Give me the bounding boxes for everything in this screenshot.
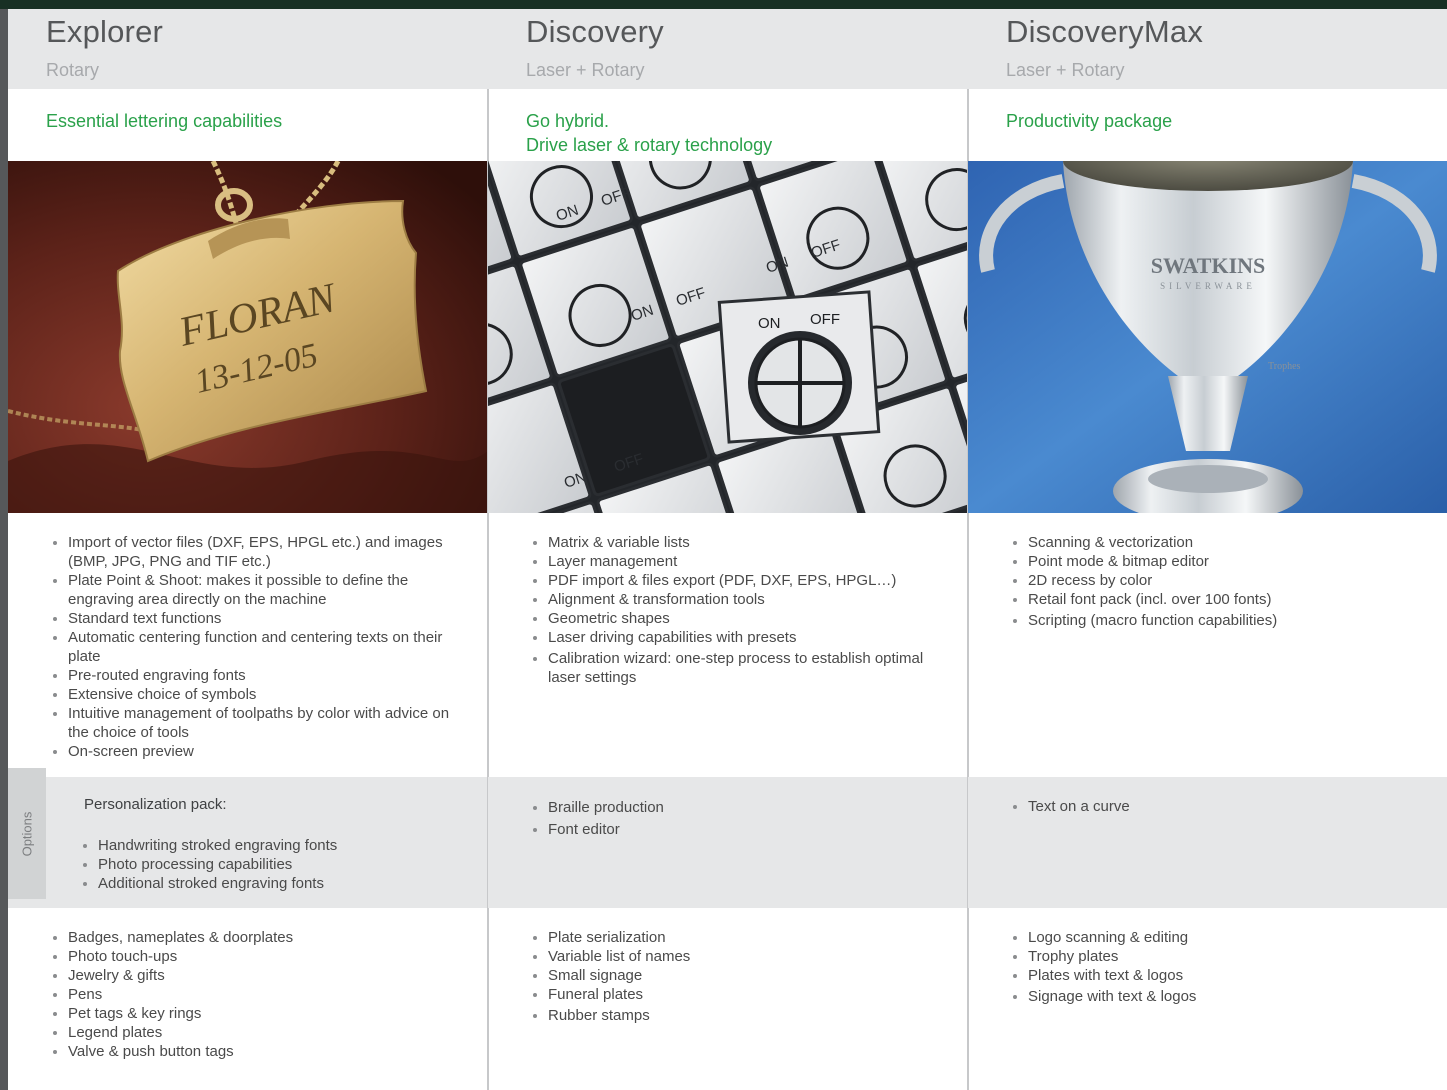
feature-item: Alignment & transformation tools [548, 590, 948, 609]
feature-item: Scripting (macro function capabilities) [1028, 611, 1428, 630]
plate-label-off: OFF [810, 311, 840, 328]
options-list: Braille production Font editor [526, 797, 948, 841]
application-item: Pet tags & key rings [68, 1004, 468, 1023]
top-bar [0, 0, 1447, 9]
applications-list: Badges, nameplates & doorplates Photo to… [46, 928, 468, 1061]
trophy-engraving-subtitle: SILVERWARE [1160, 281, 1256, 291]
product-tagline: Productivity package [1006, 109, 1172, 133]
trophy-cup-photo: SWATKINS SILVERWARE Trophes [968, 161, 1447, 513]
application-item: Badges, nameplates & doorplates [68, 928, 468, 947]
left-edge-bar [0, 9, 8, 1090]
product-column-discovery: Discovery Laser + Rotary Go hybrid. Driv… [488, 9, 968, 1090]
application-item: Funeral plates [548, 985, 948, 1004]
tagline-line: Go hybrid. [526, 111, 610, 131]
product-column-discoverymax: DiscoveryMax Laser + Rotary Productivity… [968, 9, 1447, 1090]
application-item: Pens [68, 985, 468, 1004]
feature-item: Layer management [548, 552, 948, 571]
trophy-engraving-small: Trophes [1268, 361, 1301, 372]
feature-item: Import of vector files (DXF, EPS, HPGL e… [68, 533, 468, 571]
product-column-explorer: Explorer Rotary Essential lettering capa… [8, 9, 488, 1090]
application-item: Variable list of names [548, 947, 948, 966]
application-item: Logo scanning & editing [1028, 928, 1428, 947]
application-item: Valve & push button tags [68, 1042, 468, 1061]
application-item: Plates with text & logos [1028, 966, 1428, 985]
tagline-line: Drive laser & rotary technology [526, 135, 773, 155]
product-subtitle: Laser + Rotary [526, 60, 645, 80]
option-item: Font editor [548, 819, 948, 841]
switch-plates-photo: ON OFF ON OFF ON OFF ON OFF ON OFF [488, 161, 968, 513]
application-item: Plate serialization [548, 928, 948, 947]
feature-item: Scanning & vectorization [1028, 533, 1428, 552]
option-item: Braille production [548, 797, 948, 819]
application-item: Jewelry & gifts [68, 966, 468, 985]
application-item: Legend plates [68, 1023, 468, 1042]
feature-item: PDF import & files export (PDF, DXF, EPS… [548, 571, 948, 590]
application-item: Signage with text & logos [1028, 987, 1428, 1006]
product-subtitle: Rotary [46, 60, 100, 80]
feature-item: Plate Point & Shoot: makes it possible t… [68, 571, 468, 609]
feature-list: Matrix & variable lists Layer management… [526, 533, 948, 687]
application-item: Photo touch-ups [68, 947, 468, 966]
feature-item: Pre-routed engraving fonts [68, 666, 468, 685]
product-header: Explorer Rotary [8, 9, 488, 89]
tagline-line: Essential lettering capabilities [46, 111, 283, 131]
feature-item: Matrix & variable lists [548, 533, 948, 552]
feature-list: Import of vector files (DXF, EPS, HPGL e… [46, 533, 468, 761]
feature-item: On-screen preview [68, 742, 468, 761]
feature-item: Point mode & bitmap editor [1028, 552, 1428, 571]
loose-switch-plate: ON OFF [717, 290, 881, 444]
feature-item: Intuitive management of toolpaths by col… [68, 704, 468, 742]
personalization-pack-list: Handwriting stroked engraving fonts Phot… [76, 836, 478, 893]
personalization-pack-title: Personalization pack: [84, 796, 227, 813]
application-item: Rubber stamps [548, 1006, 948, 1025]
feature-item: Standard text functions [68, 609, 468, 628]
feature-item: Geometric shapes [548, 609, 948, 628]
option-item: Handwriting stroked engraving fonts [98, 836, 478, 855]
feature-item: Extensive choice of symbols [68, 685, 468, 704]
feature-item: 2D recess by color [1028, 571, 1428, 590]
plate-label-on: ON [758, 315, 781, 332]
product-tagline: Go hybrid. Drive laser & rotary technolo… [526, 109, 772, 157]
product-name: Explorer [46, 14, 164, 49]
product-subtitle: Laser + Rotary [1006, 60, 1125, 80]
product-header: DiscoveryMax Laser + Rotary [968, 9, 1447, 89]
engraved-pendant-photo: FLORAN 13-12-05 [8, 161, 488, 513]
applications-list: Logo scanning & editing Trophy plates Pl… [1006, 928, 1428, 1006]
feature-list: Scanning & vectorization Point mode & bi… [1006, 533, 1428, 630]
product-tagline: Essential lettering capabilities [46, 109, 282, 133]
feature-item: Laser driving capabilities with presets [548, 628, 948, 647]
product-name: Discovery [526, 14, 664, 49]
option-item: Additional stroked engraving fonts [98, 874, 478, 893]
feature-item: Automatic centering function and centeri… [68, 628, 468, 666]
options-list: Text on a curve [1006, 797, 1428, 816]
options-label-text: Options [19, 811, 35, 856]
applications-list: Plate serialization Variable list of nam… [526, 928, 948, 1025]
product-header: Discovery Laser + Rotary [488, 9, 968, 89]
trophy-engraving-name: SWATKINS [1151, 253, 1266, 278]
option-item: Photo processing capabilities [98, 855, 478, 874]
product-name: DiscoveryMax [1006, 14, 1204, 49]
application-item: Small signage [548, 966, 948, 985]
feature-item: Retail font pack (incl. over 100 fonts) [1028, 590, 1428, 609]
options-label: Options [8, 768, 46, 899]
feature-item: Calibration wizard: one-step process to … [548, 649, 948, 687]
option-item: Text on a curve [1028, 797, 1428, 816]
tagline-line: Productivity package [1006, 111, 1173, 131]
application-item: Trophy plates [1028, 947, 1428, 966]
